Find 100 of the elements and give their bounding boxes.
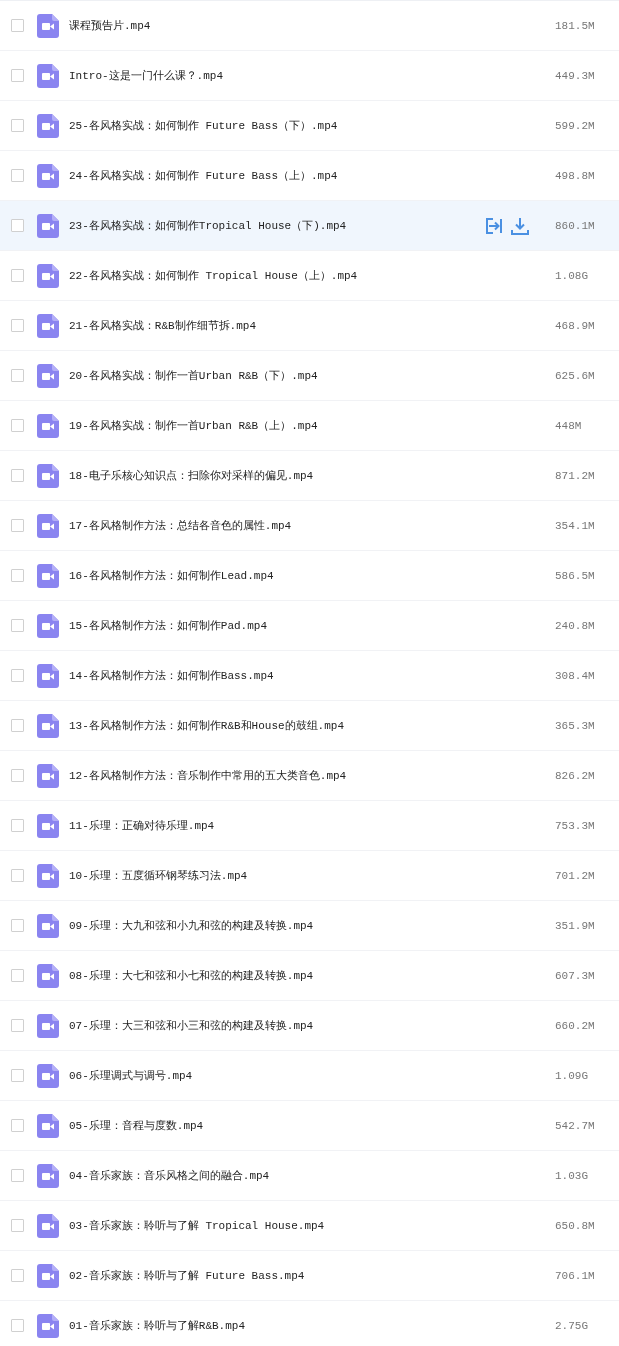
file-row[interactable]: Intro-这是一门什么课？.mp4 449.3M xyxy=(0,51,619,101)
checkbox[interactable] xyxy=(11,769,24,782)
checkbox[interactable] xyxy=(11,1269,24,1282)
checkbox[interactable] xyxy=(11,69,24,82)
file-size: 1.09G xyxy=(555,1069,589,1082)
file-row[interactable]: 20-各风格实战：制作一首Urban R&B（下）.mp4 625.6M xyxy=(0,351,619,401)
file-size: 365.3M xyxy=(555,719,596,732)
video-file-icon xyxy=(37,263,59,288)
file-row[interactable]: 课程预告片.mp4 181.5M xyxy=(0,1,619,51)
file-row[interactable]: 03-音乐家族：聆听与了解 Tropical House.mp4 650.8M xyxy=(0,1201,619,1251)
file-row[interactable]: 16-各风格制作方法：如何制作Lead.mp4 586.5M xyxy=(0,551,619,601)
video-file-icon xyxy=(37,1063,59,1088)
video-file-icon xyxy=(37,763,59,788)
checkbox[interactable] xyxy=(11,819,24,832)
checkbox[interactable] xyxy=(11,319,24,332)
video-file-icon xyxy=(37,1213,59,1238)
video-file-icon xyxy=(37,1263,59,1288)
file-name: 课程预告片.mp4 xyxy=(69,19,152,33)
download-icon[interactable] xyxy=(511,216,529,235)
checkbox[interactable] xyxy=(11,719,24,732)
checkbox[interactable] xyxy=(11,1019,24,1032)
file-size: 701.2M xyxy=(555,869,596,882)
file-size: 586.5M xyxy=(555,569,596,582)
file-row[interactable]: 04-音乐家族：音乐风格之间的融合.mp4 1.03G xyxy=(0,1151,619,1201)
file-row[interactable]: 11-乐理：正确对待乐理.mp4 753.3M xyxy=(0,801,619,851)
file-row[interactable]: 17-各风格制作方法：总结各音色的属性.mp4 354.1M xyxy=(0,501,619,551)
checkbox[interactable] xyxy=(11,919,24,932)
file-row[interactable]: 01-音乐家族：聆听与了解R&B.mp4 2.75G xyxy=(0,1301,619,1346)
checkbox[interactable] xyxy=(11,869,24,882)
file-size: 498.8M xyxy=(555,169,596,182)
file-name: 11-乐理：正确对待乐理.mp4 xyxy=(69,819,216,833)
file-row[interactable]: 02-音乐家族：聆听与了解 Future Bass.mp4 706.1M xyxy=(0,1251,619,1301)
checkbox[interactable] xyxy=(11,519,24,532)
file-name: 12-各风格制作方法：音乐制作中常用的五大类音色.mp4 xyxy=(69,769,348,783)
file-row[interactable]: 15-各风格制作方法：如何制作Pad.mp4 240.8M xyxy=(0,601,619,651)
file-size: 354.1M xyxy=(555,519,596,532)
file-row[interactable]: 22-各风格实战：如何制作 Tropical House（上）.mp4 1.08G xyxy=(0,251,619,301)
video-file-icon xyxy=(37,13,59,38)
file-name: 22-各风格实战：如何制作 Tropical House（上）.mp4 xyxy=(69,269,359,283)
file-name: 13-各风格制作方法：如何制作R&B和House的鼓组.mp4 xyxy=(69,719,346,733)
file-size: 449.3M xyxy=(555,69,596,82)
file-row[interactable]: 05-乐理：音程与度数.mp4 542.7M xyxy=(0,1101,619,1151)
checkbox[interactable] xyxy=(11,1119,24,1132)
file-row[interactable]: 19-各风格实战：制作一首Urban R&B（上）.mp4 448M xyxy=(0,401,619,451)
checkbox[interactable] xyxy=(11,1069,24,1082)
file-row[interactable]: 08-乐理：大七和弦和小七和弦的构建及转换.mp4 607.3M xyxy=(0,951,619,1001)
checkbox[interactable] xyxy=(11,19,24,32)
file-row[interactable]: 14-各风格制作方法：如何制作Bass.mp4 308.4M xyxy=(0,651,619,701)
file-size: 1.08G xyxy=(555,269,589,282)
file-name: 02-音乐家族：聆听与了解 Future Bass.mp4 xyxy=(69,1269,306,1283)
checkbox[interactable] xyxy=(11,419,24,432)
file-size: 753.3M xyxy=(555,819,596,832)
checkbox[interactable] xyxy=(11,119,24,132)
file-size: 181.5M xyxy=(555,19,596,32)
move-icon[interactable] xyxy=(485,216,503,235)
checkbox[interactable] xyxy=(11,669,24,682)
checkbox[interactable] xyxy=(11,1169,24,1182)
file-size: 308.4M xyxy=(555,669,596,682)
checkbox[interactable] xyxy=(11,369,24,382)
file-size: 468.9M xyxy=(555,319,596,332)
checkbox[interactable] xyxy=(11,219,24,232)
checkbox[interactable] xyxy=(11,469,24,482)
file-name: 10-乐理：五度循环钢琴练习法.mp4 xyxy=(69,869,249,883)
checkbox[interactable] xyxy=(11,569,24,582)
file-row[interactable]: 25-各风格实战：如何制作 Future Bass（下）.mp4 599.2M xyxy=(0,101,619,151)
video-file-icon xyxy=(37,63,59,88)
video-file-icon xyxy=(37,813,59,838)
checkbox[interactable] xyxy=(11,1319,24,1332)
file-row[interactable]: 10-乐理：五度循环钢琴练习法.mp4 701.2M xyxy=(0,851,619,901)
file-size: 2.75G xyxy=(555,1319,589,1332)
file-row[interactable]: 07-乐理：大三和弦和小三和弦的构建及转换.mp4 660.2M xyxy=(0,1001,619,1051)
checkbox[interactable] xyxy=(11,1219,24,1232)
file-size: 240.8M xyxy=(555,619,596,632)
file-name: 04-音乐家族：音乐风格之间的融合.mp4 xyxy=(69,1169,271,1183)
file-row[interactable]: 13-各风格制作方法：如何制作R&B和House的鼓组.mp4 365.3M xyxy=(0,701,619,751)
file-row[interactable]: 21-各风格实战：R&B制作细节拆.mp4 468.9M xyxy=(0,301,619,351)
video-file-icon xyxy=(37,563,59,588)
file-row[interactable]: 06-乐理调式与调号.mp4 1.09G xyxy=(0,1051,619,1101)
file-row[interactable]: 12-各风格制作方法：音乐制作中常用的五大类音色.mp4 826.2M xyxy=(0,751,619,801)
file-size: 650.8M xyxy=(555,1219,596,1232)
file-name: 15-各风格制作方法：如何制作Pad.mp4 xyxy=(69,619,268,633)
video-file-icon xyxy=(37,963,59,988)
video-file-icon xyxy=(37,663,59,688)
file-name: 25-各风格实战：如何制作 Future Bass（下）.mp4 xyxy=(69,119,339,133)
video-file-icon xyxy=(37,713,59,738)
file-row[interactable]: 18-电子乐核心知识点：扫除你对采样的偏见.mp4 871.2M xyxy=(0,451,619,501)
file-name: 03-音乐家族：聆听与了解 Tropical House.mp4 xyxy=(69,1219,326,1233)
checkbox[interactable] xyxy=(11,169,24,182)
file-size: 448M xyxy=(555,419,583,432)
file-name: 14-各风格制作方法：如何制作Bass.mp4 xyxy=(69,669,275,683)
checkbox[interactable] xyxy=(11,269,24,282)
file-name: 05-乐理：音程与度数.mp4 xyxy=(69,1119,205,1133)
file-row[interactable]: 23-各风格实战：如何制作Tropical House（下).mp4 860.1M xyxy=(0,201,619,251)
video-file-icon xyxy=(37,413,59,438)
video-file-icon xyxy=(37,113,59,138)
file-name: 08-乐理：大七和弦和小七和弦的构建及转换.mp4 xyxy=(69,969,315,983)
checkbox[interactable] xyxy=(11,619,24,632)
video-file-icon xyxy=(37,1313,59,1338)
checkbox[interactable] xyxy=(11,969,24,982)
file-row[interactable]: 09-乐理：大九和弦和小九和弦的构建及转换.mp4 351.9M xyxy=(0,901,619,951)
